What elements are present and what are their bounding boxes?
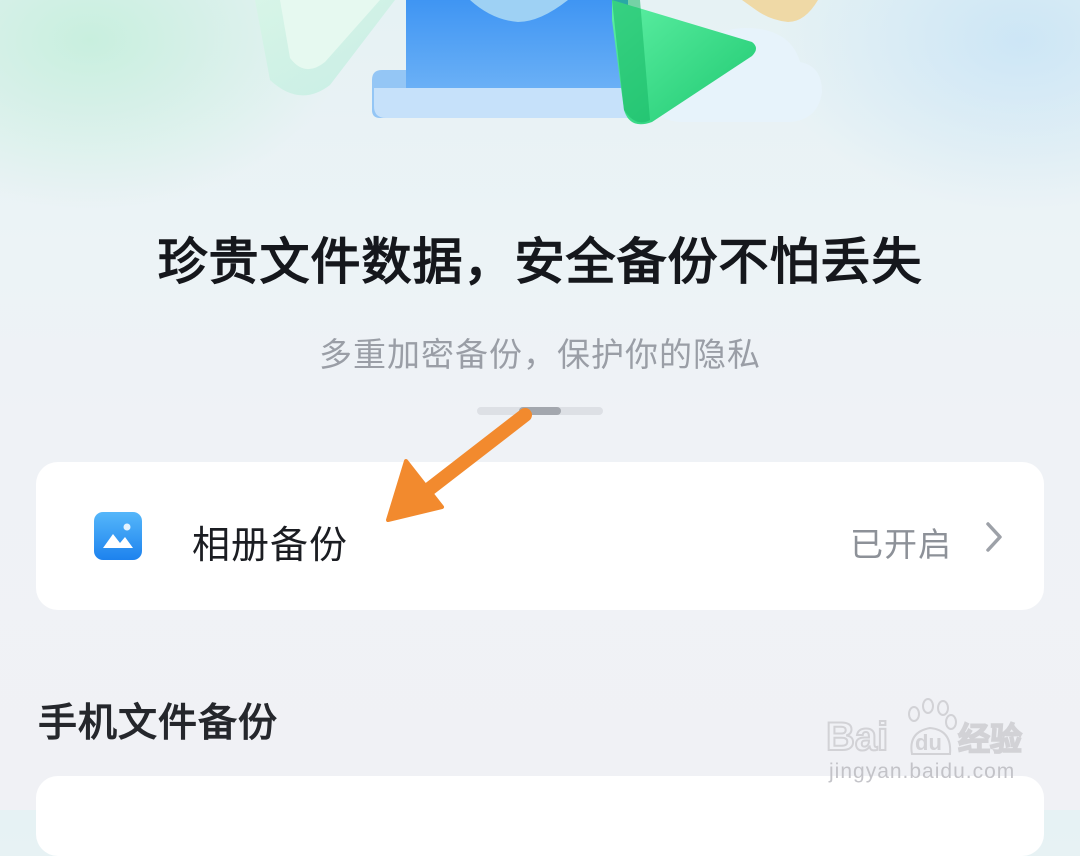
backup-illustration — [255, 0, 822, 125]
album-icon — [94, 512, 142, 560]
chevron-right-icon — [986, 522, 1002, 552]
phone-files-card[interactable] — [36, 776, 1044, 856]
svg-text:Bai: Bai — [826, 715, 888, 759]
album-backup-label: 相册备份 — [192, 523, 349, 567]
album-backup-status: 已开启 — [850, 525, 952, 564]
baidu-jingyan-watermark-logo: Bai du 经验 — [826, 698, 1023, 760]
svg-text:经验: 经验 — [958, 720, 1022, 758]
svg-text:du: du — [915, 730, 942, 755]
phone-files-section-title: 手机文件备份 — [38, 701, 279, 746]
annotation-arrow — [386, 408, 532, 522]
watermark-url: jingyan.baidu.com — [829, 760, 1016, 783]
album-backup-card[interactable]: 相册备份 已开启 — [36, 462, 1044, 610]
headline: 珍贵文件数据，安全备份不怕丢失 — [157, 233, 923, 291]
subheadline: 多重加密备份，保护你的隐私 — [319, 335, 761, 374]
